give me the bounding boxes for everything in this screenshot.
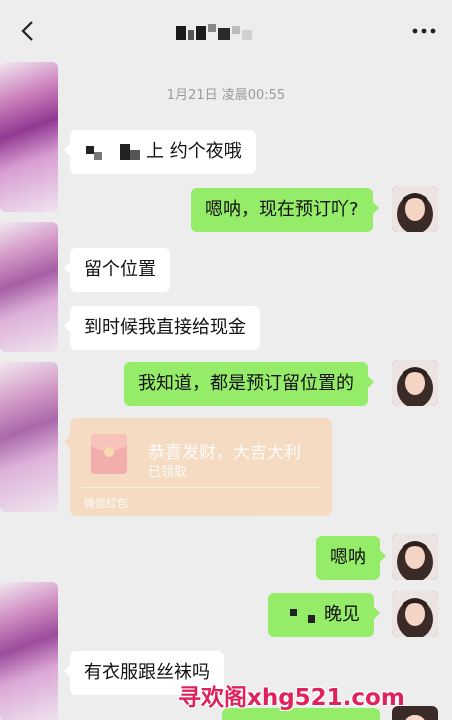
message-bubble[interactable]: 到时候我直接给现金 xyxy=(64,306,260,350)
message-bubble[interactable]: 我知道，都是预订留位置的 xyxy=(124,362,374,406)
my-avatar[interactable] xyxy=(392,186,438,232)
message-text: 晚见 xyxy=(324,604,360,625)
back-button[interactable] xyxy=(16,19,40,43)
message-text: 嗯呐，现在预订吖? xyxy=(205,199,359,220)
chat-title-redacted xyxy=(176,24,252,40)
chevron-left-icon xyxy=(21,21,33,41)
message-bubble[interactable]: 晚见 xyxy=(268,593,380,637)
message-text: 上 约个夜哦 xyxy=(146,141,242,162)
avatar-portrait xyxy=(392,591,438,637)
message-text: 到时候我直接给现金 xyxy=(84,317,246,338)
divider xyxy=(82,487,320,488)
my-avatar[interactable] xyxy=(392,534,438,580)
message-text: 嗯呐 xyxy=(330,547,366,568)
message-timestamp: 1月21日 凌晨00:55 xyxy=(166,88,286,103)
contact-avatar[interactable] xyxy=(0,62,58,212)
message-text: 留个位置 xyxy=(84,259,156,280)
message-bubble[interactable]: 嗯呐 xyxy=(316,536,386,580)
chat-area[interactable]: 1月21日 凌晨00:55 上 约个夜哦 嗯呐，现在预订吖? 留个位置 到时候我… xyxy=(0,62,452,720)
message-bubble[interactable]: 上 约个夜哦 xyxy=(64,130,256,174)
redacted-text xyxy=(290,609,315,623)
top-bar xyxy=(0,0,452,62)
avatar-portrait xyxy=(392,186,438,232)
red-packet-footer: 微信红包 xyxy=(84,497,128,510)
red-packet-title: 恭喜发财，大吉大利 xyxy=(148,443,301,463)
contact-avatar[interactable] xyxy=(0,582,58,720)
message-text: 我知道，都是预订留位置的 xyxy=(138,373,354,394)
contact-avatar[interactable] xyxy=(0,222,58,352)
avatar-portrait xyxy=(392,534,438,580)
message-bubble[interactable]: 留个位置 xyxy=(64,248,170,292)
red-packet-card[interactable]: 恭喜发财，大吉大利 已领取 微信红包 xyxy=(64,418,332,516)
message-bubble[interactable]: 嗯呐，现在预订吖? xyxy=(191,188,379,232)
contact-avatar[interactable] xyxy=(0,362,58,512)
more-dots-icon xyxy=(412,28,436,34)
avatar-portrait xyxy=(392,360,438,406)
red-packet-status: 已领取 xyxy=(148,465,188,480)
redacted-text xyxy=(86,144,140,160)
my-avatar[interactable] xyxy=(392,360,438,406)
red-packet-icon xyxy=(91,434,127,474)
my-avatar[interactable] xyxy=(392,591,438,637)
more-button[interactable] xyxy=(412,19,436,43)
watermark: 寻欢阁xhg521.com xyxy=(178,685,405,711)
